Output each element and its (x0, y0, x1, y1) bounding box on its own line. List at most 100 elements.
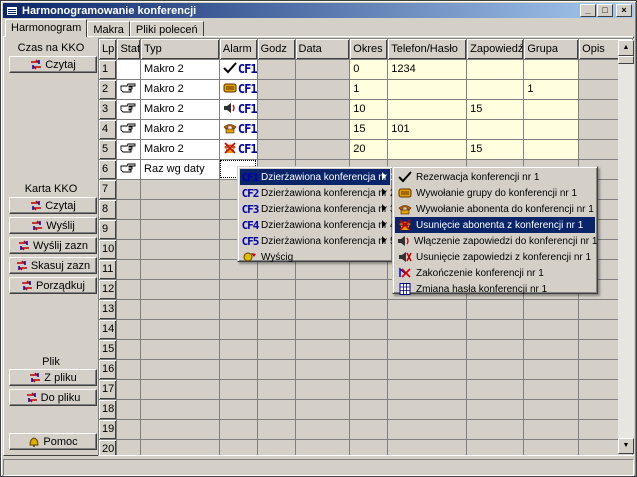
empty-cell[interactable] (140, 419, 220, 440)
empty-cell[interactable] (140, 399, 220, 420)
row-number[interactable]: 11 (99, 259, 118, 280)
table-row[interactable]: 13 (99, 299, 633, 320)
help-button[interactable]: Pomoc (9, 433, 97, 450)
status-cell[interactable] (116, 139, 142, 160)
alarm-cell[interactable]: CF1 (219, 119, 258, 140)
okres-cell[interactable]: 10 (349, 99, 389, 120)
header-alarm[interactable]: Alarm (219, 39, 258, 60)
empty-cell[interactable] (295, 419, 351, 440)
empty-cell[interactable] (116, 199, 142, 220)
row-number[interactable]: 1 (99, 59, 118, 80)
empty-cell[interactable] (466, 359, 525, 380)
empty-cell[interactable] (349, 319, 389, 340)
empty-cell[interactable] (295, 319, 351, 340)
empty-cell[interactable] (219, 439, 258, 455)
table-row[interactable]: 19 (99, 419, 633, 440)
row-number[interactable]: 10 (99, 239, 118, 260)
table-row[interactable]: 3 Makro 2 CF1 10 15 (99, 99, 633, 120)
okres-cell[interactable]: 0 (349, 59, 389, 80)
empty-cell[interactable] (116, 239, 142, 260)
zapowiedz-cell[interactable] (466, 119, 525, 140)
empty-cell[interactable] (116, 259, 142, 280)
empty-cell[interactable] (116, 379, 142, 400)
empty-cell[interactable] (349, 279, 389, 300)
empty-cell[interactable] (387, 319, 468, 340)
type-cell[interactable]: Raz wg daty (140, 159, 220, 180)
empty-cell[interactable] (219, 319, 258, 340)
empty-cell[interactable] (116, 219, 142, 240)
empty-cell[interactable] (523, 339, 580, 360)
godz-cell[interactable] (257, 59, 296, 80)
empty-cell[interactable] (466, 319, 525, 340)
table-row[interactable]: 1 Makro 2 CF1 0 1234 (99, 59, 633, 80)
zapowiedz-cell[interactable] (466, 79, 525, 100)
okres-cell[interactable]: 1 (349, 79, 389, 100)
header-typ[interactable]: Typ (140, 39, 220, 60)
from-file-button[interactable]: Z pliku (9, 369, 97, 386)
row-number[interactable]: 2 (99, 79, 118, 100)
empty-cell[interactable] (140, 359, 220, 380)
empty-cell[interactable] (295, 339, 351, 360)
empty-cell[interactable] (387, 379, 468, 400)
context-menu-item-1[interactable]: CF1 Dzierżawiona konferencja nr 1 (240, 169, 396, 185)
row-number[interactable]: 15 (99, 339, 118, 360)
zapowiedz-cell[interactable]: 15 (466, 99, 525, 120)
table-row[interactable]: 14 (99, 319, 633, 340)
table-row[interactable]: 16 (99, 359, 633, 380)
empty-cell[interactable] (140, 239, 220, 260)
empty-cell[interactable] (349, 379, 389, 400)
empty-cell[interactable] (387, 399, 468, 420)
empty-cell[interactable] (349, 399, 389, 420)
alarm-cell[interactable]: CF1 (219, 79, 258, 100)
karta-send-button[interactable]: Wyślij (9, 217, 97, 234)
row-number[interactable]: 14 (99, 319, 118, 340)
header-stat[interactable]: Stat (116, 39, 142, 60)
alarm-cell[interactable]: CF1 (219, 99, 258, 120)
status-cell[interactable] (116, 159, 142, 180)
row-number[interactable]: 8 (99, 199, 118, 220)
status-cell[interactable] (116, 59, 142, 80)
maximize-button[interactable]: □ (597, 4, 613, 17)
okres-cell[interactable]: 20 (349, 139, 389, 160)
row-number[interactable]: 5 (99, 139, 118, 160)
row-number[interactable]: 7 (99, 179, 118, 200)
type-cell[interactable]: Makro 2 (140, 79, 220, 100)
empty-cell[interactable] (140, 439, 220, 455)
empty-cell[interactable] (523, 359, 580, 380)
alarm-cell[interactable]: CF1 (219, 59, 258, 80)
empty-cell[interactable] (466, 299, 525, 320)
empty-cell[interactable] (349, 439, 389, 455)
czas-read-button[interactable]: Czytaj (9, 56, 97, 73)
to-file-button[interactable]: Do pliku (9, 389, 97, 406)
empty-cell[interactable] (116, 419, 142, 440)
row-number[interactable]: 6 (99, 159, 118, 180)
empty-cell[interactable] (257, 299, 296, 320)
empty-cell[interactable] (116, 299, 142, 320)
header-okres[interactable]: Okres (349, 39, 389, 60)
empty-cell[interactable] (219, 379, 258, 400)
empty-cell[interactable] (116, 439, 142, 455)
zapowiedz-cell[interactable]: 15 (466, 139, 525, 160)
scroll-down-button[interactable]: ▼ (618, 438, 634, 454)
submenu-item-5[interactable]: Włączenie zapowiedzi do konferencji nr 1 (395, 233, 597, 249)
empty-cell[interactable] (140, 219, 220, 240)
godz-cell[interactable] (257, 119, 296, 140)
header-lp[interactable]: Lp (99, 39, 118, 60)
tab-harmonogram[interactable]: Harmonogram (5, 19, 88, 37)
karta-order-button[interactable]: Porządkuj (9, 277, 97, 294)
data-cell[interactable] (295, 79, 351, 100)
empty-cell[interactable] (523, 419, 580, 440)
scroll-thumb[interactable] (618, 56, 634, 64)
empty-cell[interactable] (466, 339, 525, 360)
table-row[interactable]: 18 (99, 399, 633, 420)
minimize-button[interactable]: _ (580, 4, 596, 17)
status-cell[interactable] (116, 79, 142, 100)
context-menu-item-5[interactable]: CF5 Dzierżawiona konferencja nr 5 (240, 233, 396, 249)
empty-cell[interactable] (257, 319, 296, 340)
empty-cell[interactable] (295, 379, 351, 400)
empty-cell[interactable] (140, 279, 220, 300)
data-cell[interactable] (295, 119, 351, 140)
telefon-cell[interactable] (387, 99, 468, 120)
empty-cell[interactable] (349, 359, 389, 380)
header-zapowiedz[interactable]: Zapowiedź (466, 39, 525, 60)
